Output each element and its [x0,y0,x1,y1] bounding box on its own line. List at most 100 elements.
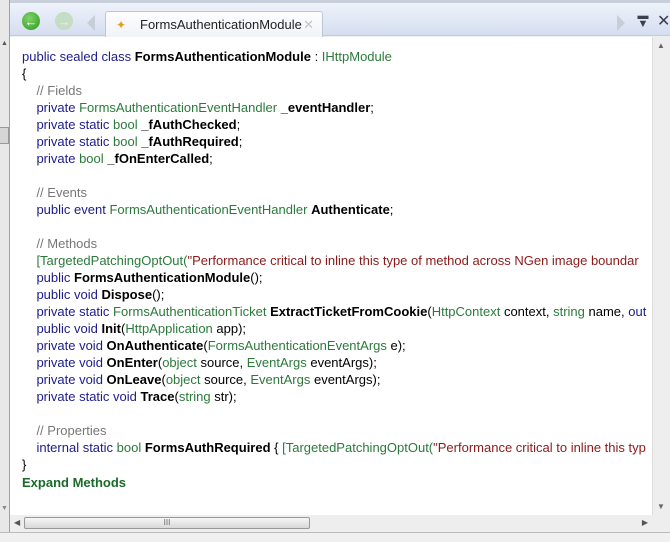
code-token: public void [22,321,102,336]
scroll-up-icon[interactable]: ▲ [657,41,665,50]
code-line: private void OnEnter(object source, Even… [22,354,646,371]
back-button[interactable]: ← [22,12,40,30]
code-token: bool [116,440,145,455]
code-token: private static [22,304,114,319]
code-token: public [22,270,75,285]
code-token: Dispose [101,287,153,302]
code-token: context, [503,304,554,319]
code-token: ; [389,202,394,217]
code-token: FormsAuthenticationEventArgs [207,338,391,353]
code-token: out [628,304,647,319]
code-token: FormsAuthenticationModule [74,270,251,285]
code-token: object [162,355,201,370]
code-token: EventArgs [246,355,311,370]
code-token: "Performance critical to inline this typ… [187,253,639,268]
horizontal-scroll-thumb[interactable]: III [24,517,310,529]
code-token: internal static [22,440,117,455]
code-token: OnEnter [106,355,158,370]
code-token: ; [209,151,213,166]
horizontal-scrollbar[interactable]: ◀ III ▶ [10,515,652,532]
code-line: internal static bool FormsAuthRequired {… [22,439,646,456]
code-token: _eventHandler [280,100,371,115]
tab-label: FormsAuthenticationModule [140,17,302,32]
scroll-up-arrow-icon[interactable]: ▲ [1,40,8,47]
forward-button[interactable]: → [55,12,73,30]
vertical-scrollbar[interactable]: ▲ ▼ [652,37,670,515]
scroll-down-icon[interactable]: ▼ [657,502,665,511]
code-token: string [553,304,589,319]
code-token: { [270,440,283,455]
code-token: } [22,457,27,472]
code-token: Init [101,321,122,336]
close-window-button[interactable]: ✕ [657,11,670,31]
code-line: public event FormsAuthenticationEventHan… [22,201,646,218]
code-line: { [22,65,646,82]
code-token: object [165,372,205,387]
code-token: Trace [140,389,175,404]
code-token: EventArgs [250,372,314,387]
code-token: HttpApplication [125,321,217,336]
code-token: private void [22,372,107,387]
code-line: // Properties [22,422,646,439]
code-token: // Fields [22,83,82,98]
code-token: { [22,66,27,81]
code-token: e); [390,338,406,353]
scroll-tabs-left-button[interactable] [87,15,95,31]
tab-list-dropdown-button[interactable]: ▬ ▼ [637,11,649,30]
code-view: public sealed class FormsAuthenticationM… [10,37,652,515]
code-token: string [178,389,215,404]
code-token: HttpContext [431,304,504,319]
code-token: _fOnEnterCalled [107,151,210,166]
code-line: private static FormsAuthenticationTicket… [22,303,646,320]
code-token: _fAuthRequired [141,134,239,149]
code-token: app); [216,321,247,336]
code-token: private static [22,134,114,149]
code-token: bool [113,117,142,132]
scroll-left-icon[interactable]: ◀ [14,518,20,527]
scroll-right-icon[interactable]: ▶ [642,518,648,527]
code-line: } [22,456,646,473]
tab-bar: ← → ✦ FormsAuthenticationModule ✕ ▬ ▼ ✕ [10,0,670,37]
code-line: private static void Trace(string str); [22,388,646,405]
code-token: ; [236,117,241,132]
arrow-right-icon: → [57,13,71,29]
scroll-down-arrow-icon[interactable]: ▼ [1,505,8,512]
code-token: private void [22,355,107,370]
code-line: // Methods [22,235,646,252]
code-token: private static [22,117,114,132]
code-line: public FormsAuthenticationModule(); [22,269,646,286]
code-token: FormsAuthenticationModule [134,49,311,64]
code-token: source, [200,355,247,370]
tab-close-icon[interactable]: ✕ [303,17,314,33]
code-token: FormsAuthenticationTicket [113,304,271,319]
code-token: [TargetedPatchingOptOut( [22,253,188,268]
code-token: ; [370,100,374,115]
code-token: // Properties [22,423,107,438]
code-line: [TargetedPatchingOptOut("Performance cri… [22,252,646,269]
left-scroll-thumb[interactable] [0,127,9,144]
code-token: // Events [22,185,88,200]
code-line: private void OnAuthenticate(FormsAuthent… [22,337,646,354]
code-listing: public sealed class FormsAuthenticationM… [22,48,646,473]
code-token: [TargetedPatchingOptOut( [282,440,434,455]
code-line: private void OnLeave(object source, Even… [22,371,646,388]
code-token: private void [22,338,107,353]
code-line: // Events [22,184,646,201]
tab-forms-authentication-module[interactable]: ✦ FormsAuthenticationModule ✕ [105,11,323,37]
scroll-tabs-right-button[interactable] [617,15,625,31]
code-token: ExtractTicketFromCookie [270,304,428,319]
code-token: (); [250,270,263,285]
code-token: bool [79,151,108,166]
code-line: private static bool _fAuthChecked; [22,116,646,133]
code-token: FormsAuthenticationEventHandler [79,100,281,115]
expand-methods-link[interactable]: Expand Methods [22,475,126,490]
code-token: _fAuthChecked [141,117,237,132]
code-token: "Performance critical to inline this typ [433,440,646,455]
left-pane-scrollbar[interactable]: ▲ ▼ [0,0,10,541]
code-line: // Fields [22,82,646,99]
code-token: eventArgs); [313,372,381,387]
code-token: OnLeave [106,372,162,387]
